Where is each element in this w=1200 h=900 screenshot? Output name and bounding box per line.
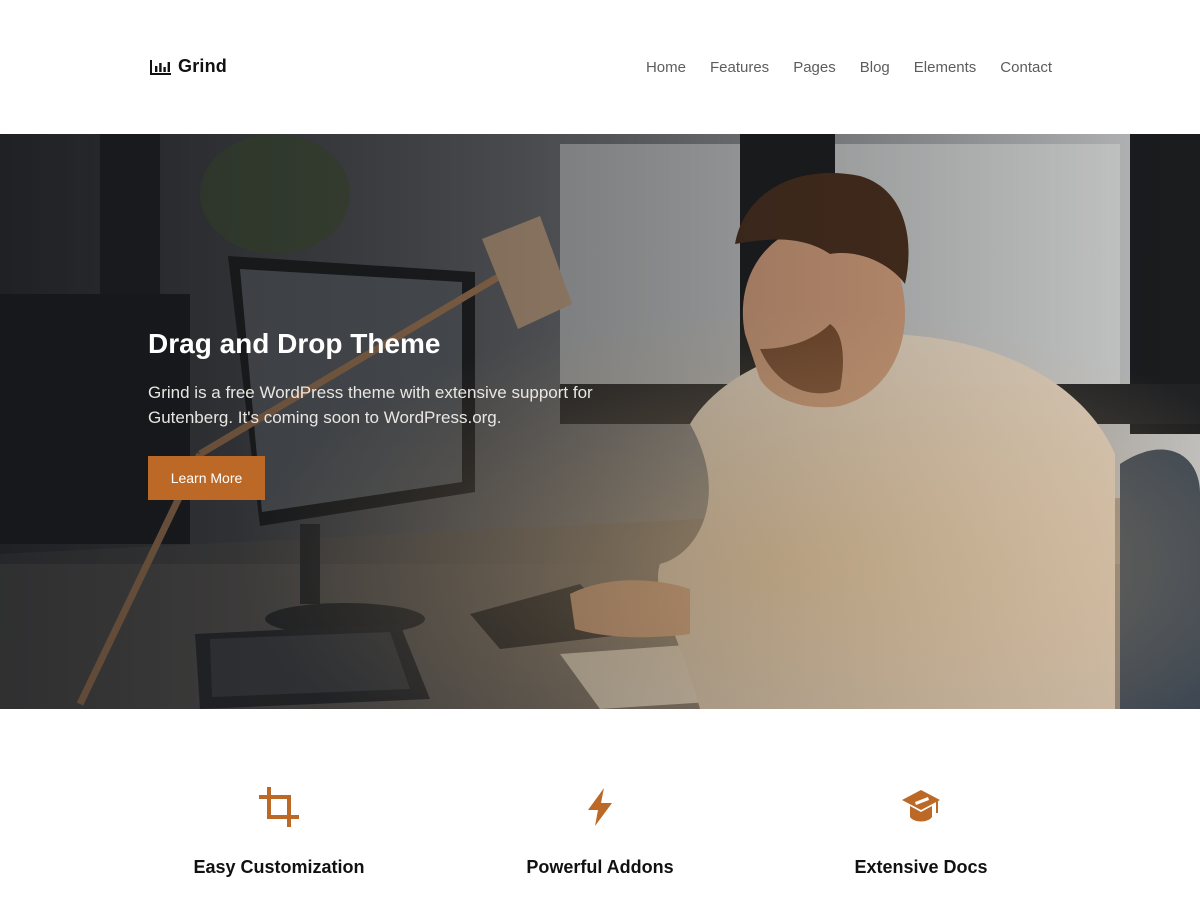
nav-pages[interactable]: Pages	[793, 59, 836, 76]
hero-title: Drag and Drop Theme	[148, 328, 441, 359]
brand-logo[interactable]: Grind	[150, 56, 227, 77]
bar-chart-icon	[150, 59, 171, 75]
brand-name: Grind	[178, 56, 227, 76]
nav-blog[interactable]: Blog	[860, 59, 890, 76]
feature-title: Extensive Docs	[854, 857, 988, 877]
hero-content: Drag and Drop Theme Grind is a free Word…	[148, 326, 618, 500]
learn-more-button[interactable]: Learn More	[148, 456, 265, 500]
nav-features[interactable]: Features	[710, 59, 769, 76]
hero-section: Drag and Drop Theme Grind is a free Word…	[0, 134, 1200, 709]
main-nav: Home Features Pages Blog Elements Contac…	[646, 59, 1052, 76]
hero-description: Grind is a free WordPress theme with ext…	[148, 383, 593, 427]
feature-easy-customization: Easy Customization	[159, 787, 399, 878]
lightning-icon	[588, 788, 612, 826]
feature-extensive-docs: Extensive Docs	[801, 787, 1041, 878]
graduation-cap-icon	[902, 790, 940, 822]
feature-powerful-addons: Powerful Addons	[480, 787, 720, 878]
nav-contact[interactable]: Contact	[1000, 59, 1052, 76]
nav-elements[interactable]: Elements	[914, 59, 977, 76]
features-section: Easy Customization Powerful Addons Exten…	[0, 709, 1200, 900]
feature-title: Powerful Addons	[526, 857, 674, 877]
nav-home[interactable]: Home	[646, 59, 686, 76]
site-header: Grind Home Features Pages Blog Elements …	[0, 0, 1200, 134]
crop-icon	[259, 787, 299, 827]
feature-title: Easy Customization	[193, 857, 365, 877]
